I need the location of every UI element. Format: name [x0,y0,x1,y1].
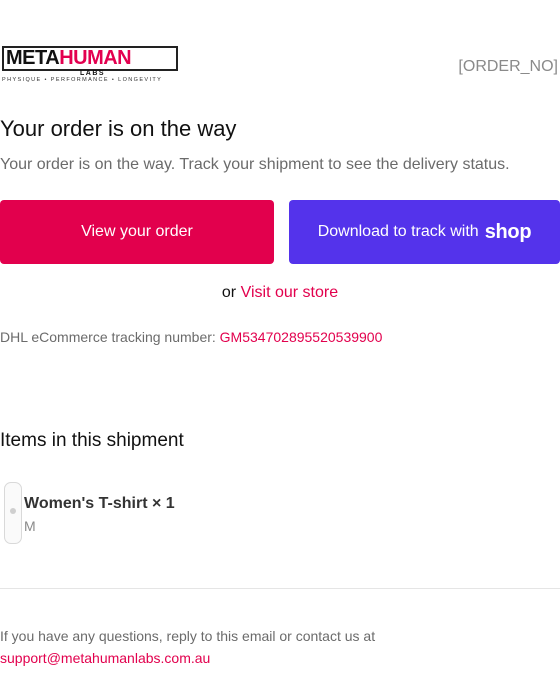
download-shop-button[interactable]: Download to track with shop [289,200,560,264]
view-order-button[interactable]: View your order [0,200,274,264]
order-number: [ORDER_NO] [458,58,558,75]
divider [0,588,560,589]
download-shop-label: Download to track with [317,223,479,240]
visit-store-link[interactable]: Visit our store [241,284,339,301]
footer-contact-text: If you have any questions, reply to this… [0,628,376,644]
tracking-line: DHL eCommerce tracking number: GM5347028… [0,329,382,345]
page-title: Your order is on the way [0,116,237,141]
item-name: Women's T-shirt × 1 [24,495,175,512]
page-subtitle: Your order is on the way. Track your shi… [0,156,510,173]
logo-wordmark: METAHUMAN [6,47,132,69]
shipment-title: Items in this shipment [0,430,184,451]
item-variant: M [24,518,36,534]
logo-tagline: PHYSIQUE • PERFORMANCE • LONGEVITY [2,77,163,83]
product-thumbnail [4,482,22,544]
support-email-link[interactable]: support@metahumanlabs.com.au [0,650,210,666]
tracking-label: DHL eCommerce tracking number: [0,329,216,345]
logo-word-human: HUMAN [59,47,132,69]
logo-word-meta: META [6,47,60,69]
brand-logo[interactable]: METAHUMAN LABS PHYSIQUE • PERFORMANCE • … [2,46,182,86]
thumbnail-placeholder-icon [10,508,16,514]
view-order-label: View your order [81,223,193,240]
tracking-number-link[interactable]: GM534702895520539900 [220,329,383,345]
logo-labs: LABS [80,70,106,77]
or-visit-store-line: or Visit our store [0,284,560,302]
shop-logo: shop [484,220,532,243]
or-text: or [221,284,237,301]
